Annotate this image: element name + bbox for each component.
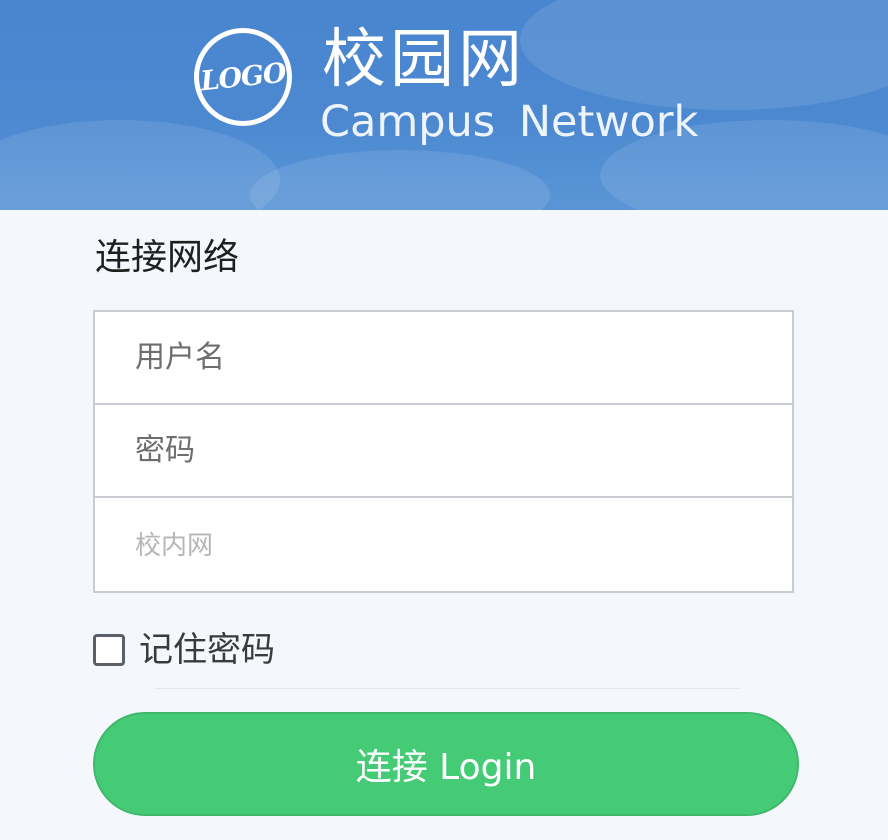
- divider: [155, 688, 740, 689]
- brand-subtitle: Campus Network: [320, 97, 699, 147]
- form-title: 连接网络: [95, 237, 240, 278]
- cloud-decoration: [250, 150, 550, 210]
- login-button[interactable]: 连接 Login: [93, 712, 799, 816]
- remember-label: 记住密码: [139, 630, 275, 670]
- remember-password[interactable]: 记住密码: [93, 628, 275, 672]
- username-input[interactable]: [95, 312, 792, 403]
- header-banner: LOGO 校园网 Campus Network: [0, 0, 888, 210]
- password-row: [95, 405, 792, 498]
- logo-text: LOGO: [199, 57, 287, 97]
- cloud-decoration: [520, 0, 888, 110]
- network-row: [95, 498, 792, 591]
- username-row: [95, 312, 792, 405]
- login-fields: [93, 310, 794, 593]
- brand-title: 校园网: [322, 23, 526, 97]
- network-input[interactable]: [95, 498, 792, 591]
- remember-checkbox[interactable]: [93, 634, 125, 666]
- logo: LOGO: [194, 28, 292, 126]
- password-input[interactable]: [95, 405, 792, 496]
- cloud-decoration: [0, 120, 280, 210]
